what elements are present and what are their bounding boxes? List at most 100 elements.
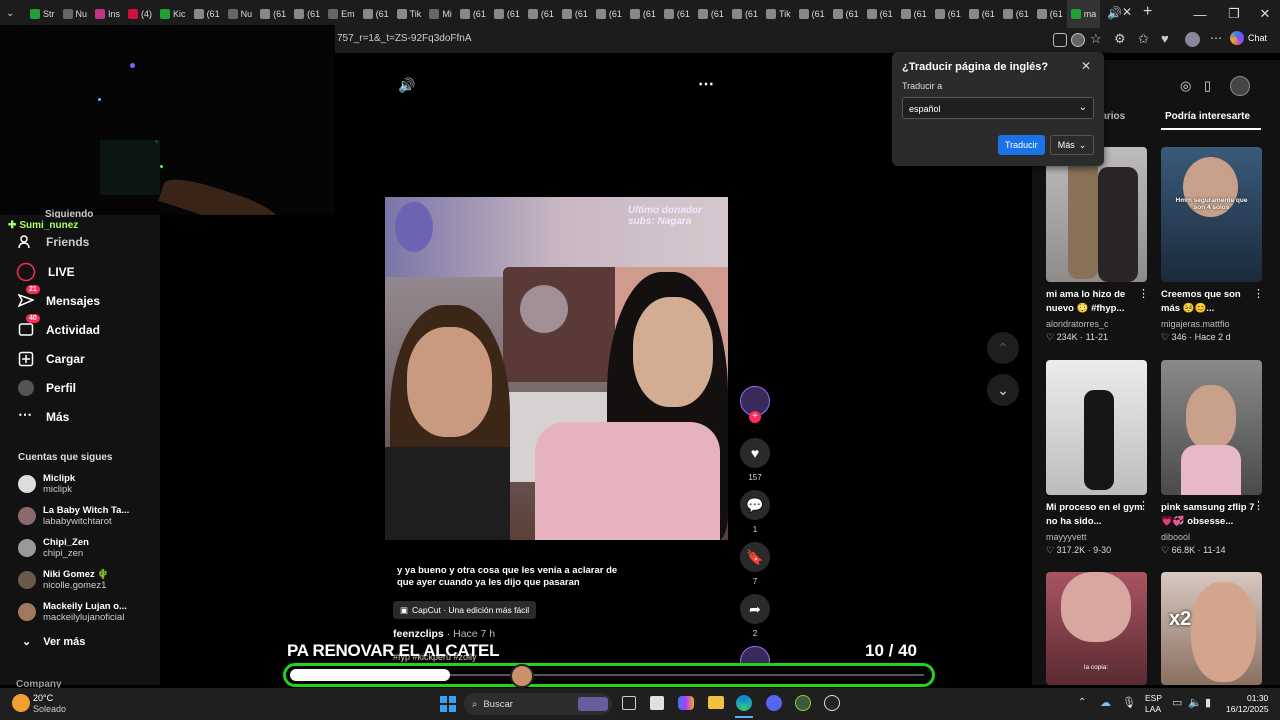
recommended-video-card[interactable]: pink samsung zflip 7 💗💞 obsesse... diboo…: [1161, 360, 1262, 556]
sidebar-item-friends[interactable]: Friends: [18, 234, 89, 250]
language-select[interactable]: español ⌄: [902, 97, 1094, 119]
video-author[interactable]: feenzclips · Hace 7 h: [393, 628, 495, 640]
sidebar-item-live[interactable]: LIVE: [16, 262, 75, 282]
browser-menu-icon[interactable]: ⋯: [1210, 31, 1222, 45]
browser-tab[interactable]: ma: [1066, 0, 1101, 28]
browser-tab[interactable]: (61: [290, 0, 324, 28]
browser-tab[interactable]: (61: [490, 0, 524, 28]
sidebar-item-messages[interactable]: 21 Mensajes: [17, 285, 100, 309]
card-more-icon[interactable]: ⋮: [1138, 499, 1149, 512]
browser-tab[interactable]: (61: [829, 0, 863, 28]
browser-tab[interactable]: Tik: [762, 0, 795, 28]
browser-tab[interactable]: (61: [660, 0, 694, 28]
card-more-icon[interactable]: ⋮: [1253, 287, 1264, 300]
browser-tab[interactable]: (61: [592, 0, 626, 28]
keyboard-language[interactable]: ESP: [1145, 693, 1162, 703]
creator-avatar[interactable]: +: [738, 386, 772, 423]
audio-icon[interactable]: ◎: [1180, 78, 1191, 94]
recommended-video-card[interactable]: Hmm seguramente que son 4 solos Creemos …: [1161, 147, 1262, 343]
browser-tab[interactable]: Nu: [224, 0, 257, 28]
browser-tab[interactable]: Kic: [156, 0, 190, 28]
translate-icon[interactable]: [1071, 33, 1085, 47]
following-account[interactable]: Miclipk miclipk: [18, 473, 75, 495]
browser-tab[interactable]: Mi: [425, 0, 456, 28]
browser-tab[interactable]: Str: [26, 0, 59, 28]
tray-chevron-icon[interactable]: ⌃: [1078, 697, 1086, 708]
profile-avatar[interactable]: [1185, 32, 1200, 47]
discord-icon[interactable]: [766, 695, 782, 711]
next-video-button[interactable]: ⌄: [987, 374, 1019, 406]
card-more-icon[interactable]: ⋮: [1253, 499, 1264, 512]
recommended-video-card[interactable]: la copia:: [1046, 572, 1147, 685]
capcut-link[interactable]: ▣ CapCut · Una edición más fácil: [393, 601, 537, 619]
card-more-icon[interactable]: ⋮: [1138, 287, 1149, 300]
taskbar-search[interactable]: ⌕ Buscar: [464, 693, 612, 715]
sidebar-item-more[interactable]: ⋯ Más: [18, 407, 69, 425]
weather-temp[interactable]: 20°C: [33, 693, 53, 703]
browser-tab[interactable]: Em: [324, 0, 359, 28]
following-account[interactable]: Chipi_Zen chipi_zen: [18, 537, 89, 559]
comment-button[interactable]: 💬 1: [738, 490, 772, 534]
file-explorer-icon[interactable]: [708, 696, 724, 709]
save-button[interactable]: 🔖 7: [738, 542, 772, 586]
copilot-app-icon[interactable]: [678, 696, 694, 710]
recommended-video-card[interactable]: mi ama lo hizo de nuevo 😳 #fhyp... alond…: [1046, 147, 1147, 343]
tab-audio-icon[interactable]: 🔊: [1107, 6, 1122, 20]
like-button[interactable]: ♥ 157: [738, 438, 772, 482]
clock-time[interactable]: 01:30: [1247, 693, 1268, 703]
browser-tab[interactable]: (61: [795, 0, 829, 28]
browser-tab[interactable]: (61: [965, 0, 999, 28]
translate-button[interactable]: Traducir: [998, 135, 1045, 155]
browser-tab[interactable]: (61: [256, 0, 290, 28]
tab-might-interest[interactable]: Podría interesarte: [1165, 111, 1250, 122]
new-tab-button[interactable]: +: [1143, 3, 1152, 21]
browser-tab[interactable]: (61: [897, 0, 931, 28]
edge-icon[interactable]: [736, 695, 752, 711]
browser-tab[interactable]: (61: [694, 0, 728, 28]
obs-icon[interactable]: [824, 695, 840, 711]
windows-start-icon[interactable]: [440, 696, 456, 712]
browser-tab[interactable]: (61: [558, 0, 592, 28]
favorites-icon[interactable]: ✩: [1138, 31, 1149, 47]
favorite-star-icon[interactable]: ☆: [1090, 31, 1102, 47]
sidebar-item-profile[interactable]: Perfil: [18, 380, 76, 396]
copilot-chat-button[interactable]: Chat: [1230, 31, 1267, 45]
volume-icon[interactable]: 🔊: [398, 77, 415, 94]
user-avatar[interactable]: [1230, 76, 1250, 96]
microphone-icon[interactable]: 🎙: [1122, 696, 1136, 709]
xbox-icon[interactable]: [795, 695, 811, 711]
browser-tab[interactable]: (61: [626, 0, 660, 28]
recommended-video-card[interactable]: Mi proceso en el gym no ha sido... mayyy…: [1046, 360, 1147, 556]
browser-tab[interactable]: Tik: [393, 0, 426, 28]
store-icon[interactable]: [650, 696, 664, 710]
extensions-icon[interactable]: ⚙: [1114, 31, 1126, 47]
url-text[interactable]: 757_r=1&_t=ZS-92Fq3doFfnA: [337, 33, 472, 44]
video-player[interactable]: Ultimo donador subs: Nagara: [385, 197, 728, 540]
device-icon[interactable]: ▯: [1204, 78, 1211, 94]
browser-tab[interactable]: (61: [999, 0, 1033, 28]
window-close-button[interactable]: ✕: [1245, 0, 1280, 28]
browser-tab[interactable]: (4): [124, 0, 156, 28]
tab-close-icon[interactable]: ✕: [1122, 5, 1132, 19]
weather-icon[interactable]: [12, 694, 30, 712]
network-icon[interactable]: ▭: [1172, 696, 1182, 709]
sidebar-item-upload[interactable]: Cargar: [18, 351, 85, 367]
video-more-icon[interactable]: ⋯: [698, 74, 714, 94]
tab-list-chevron-icon[interactable]: ⌄: [6, 8, 14, 19]
following-account[interactable]: Mackeily Lujan o... mackeilylujanoficial: [18, 601, 127, 623]
task-view-icon[interactable]: [622, 696, 636, 710]
browser-tab[interactable]: Ins: [91, 0, 124, 28]
browser-tab[interactable]: (61: [190, 0, 224, 28]
onedrive-icon[interactable]: ☁: [1100, 696, 1111, 709]
following-account[interactable]: Niki Gomez 🌵 nicolle.gomez1: [18, 569, 109, 591]
browser-tab[interactable]: (61: [728, 0, 762, 28]
browser-tab[interactable]: (61: [931, 0, 965, 28]
browser-tab[interactable]: (61: [359, 0, 393, 28]
following-account[interactable]: La Baby Witch Ta... lababywitchtarot: [18, 505, 129, 527]
recommended-video-card[interactable]: x2: [1161, 572, 1262, 685]
battery-icon[interactable]: ▮: [1205, 696, 1211, 709]
browser-tab[interactable]: Nu: [59, 0, 92, 28]
previous-video-button[interactable]: ⌃: [987, 332, 1019, 364]
browser-essentials-icon[interactable]: ♥: [1161, 31, 1169, 46]
browser-tab[interactable]: (61: [863, 0, 897, 28]
